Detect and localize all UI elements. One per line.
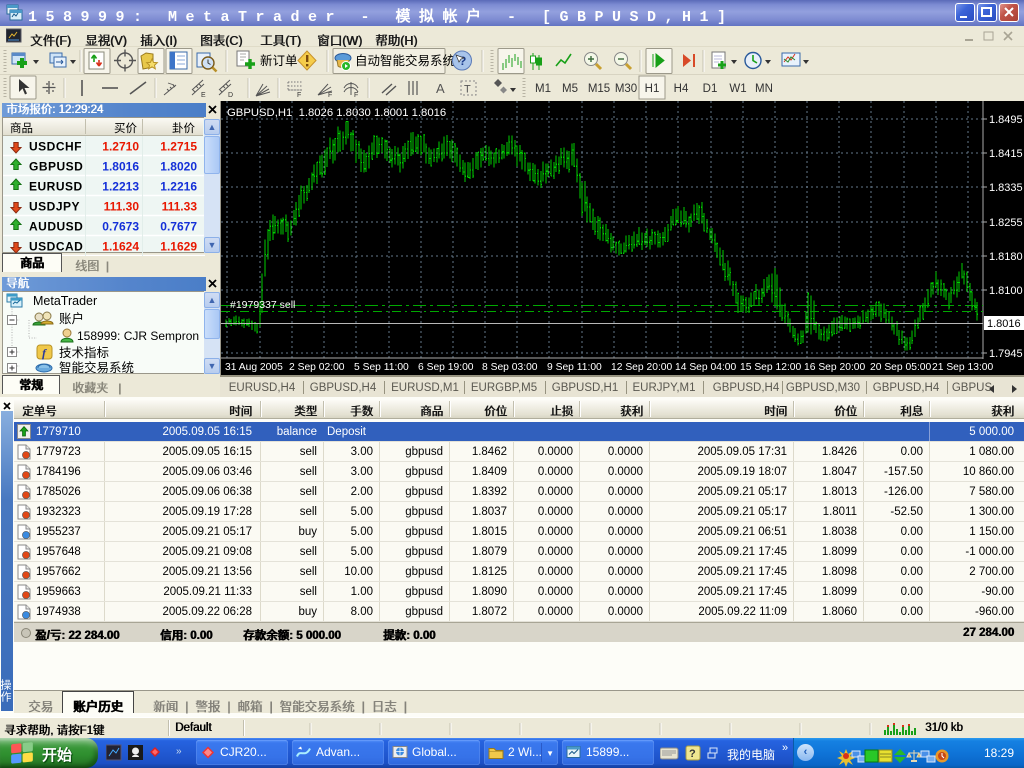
svg-text:AUDUSD: AUDUSD [29, 220, 83, 234]
svg-text:GBPUSD,H1 1.8026 1.8030 1.800: GBPUSD,H1 1.8026 1.8030 1.8001 1.8016 [227, 107, 446, 119]
svg-text:1.8020: 1.8020 [160, 160, 197, 174]
svg-text:1.2213: 1.2213 [102, 180, 139, 194]
svg-text:111.30: 111.30 [104, 200, 140, 214]
svg-text:M15: M15 [588, 83, 610, 95]
svg-text:111.33: 111.33 [162, 200, 198, 214]
svg-text:1.8495: 1.8495 [989, 114, 1023, 126]
svg-text:USDCHF: USDCHF [29, 140, 82, 154]
svg-text:1.7945: 1.7945 [989, 348, 1023, 360]
svg-text:5 Sep 11:00: 5 Sep 11:00 [354, 362, 409, 373]
svg-text:USDCAD: USDCAD [29, 240, 83, 254]
svg-text:1.8100: 1.8100 [989, 285, 1023, 297]
svg-text:1.8016: 1.8016 [102, 160, 139, 174]
svg-text:#1979337 sell: #1979337 sell [230, 299, 295, 311]
svg-text:A: A [436, 81, 445, 96]
svg-text:1.8415: 1.8415 [989, 148, 1023, 160]
svg-text:技术指标: 技术指标 [59, 345, 109, 360]
svg-text:16 Sep 20:00: 16 Sep 20:00 [804, 362, 866, 373]
svg-text:智能交易系统: 智能交易系统 [59, 360, 134, 373]
svg-text:15 Sep 12:00: 15 Sep 12:00 [740, 362, 802, 373]
svg-text:MetaTrader: MetaTrader [33, 294, 97, 308]
svg-text:2 Sep 02:00: 2 Sep 02:00 [289, 362, 345, 373]
svg-text:1.1624: 1.1624 [102, 240, 139, 254]
svg-text:自动智能交易系统: 自动智能交易系统 [355, 53, 455, 68]
svg-text:14 Sep 04:00: 14 Sep 04:00 [675, 362, 737, 373]
svg-text:1.2715: 1.2715 [160, 140, 197, 154]
svg-text:21 Sep 13:00: 21 Sep 13:00 [932, 362, 994, 373]
svg-text:M1: M1 [535, 83, 551, 95]
svg-text:0.7673: 0.7673 [102, 220, 139, 234]
svg-text:USDJPY: USDJPY [29, 200, 80, 214]
svg-text:D: D [228, 92, 233, 99]
svg-text:1.8335: 1.8335 [989, 182, 1023, 194]
svg-text:12 Sep 20:00: 12 Sep 20:00 [611, 362, 673, 373]
svg-text:1.8180: 1.8180 [989, 251, 1023, 263]
svg-text:1.2710: 1.2710 [102, 140, 139, 154]
svg-text:账户: 账户 [59, 311, 84, 326]
svg-text:?: ? [459, 54, 466, 68]
svg-text:M30: M30 [615, 83, 637, 95]
svg-text:W1: W1 [729, 83, 746, 95]
svg-text:158999: CJR Sempron: 158999: CJR Sempron [77, 329, 199, 343]
svg-text:0.7677: 0.7677 [160, 220, 197, 234]
svg-text:20 Sep 05:00: 20 Sep 05:00 [870, 362, 932, 373]
svg-text:F: F [297, 92, 301, 99]
svg-text:D1: D1 [703, 83, 718, 95]
svg-text:1.8016: 1.8016 [987, 318, 1021, 330]
svg-text:1.1629: 1.1629 [160, 240, 197, 254]
svg-text:6 Sep 19:00: 6 Sep 19:00 [418, 362, 474, 373]
svg-text:F: F [328, 92, 332, 99]
svg-text:E: E [201, 92, 206, 99]
svg-text:MN: MN [755, 83, 773, 95]
svg-text:EURUSD: EURUSD [29, 180, 83, 194]
svg-text:8 Sep 03:00: 8 Sep 03:00 [482, 362, 538, 373]
svg-text:1.8255: 1.8255 [989, 217, 1023, 229]
svg-text:1.2216: 1.2216 [160, 180, 197, 194]
svg-text:H4: H4 [674, 83, 689, 95]
svg-text:新订单: 新订单 [260, 53, 298, 68]
svg-text:GBPUSD: GBPUSD [29, 160, 83, 174]
svg-text:M5: M5 [562, 83, 578, 95]
svg-text:9 Sep 11:00: 9 Sep 11:00 [547, 362, 602, 373]
svg-text:31 Aug 2005: 31 Aug 2005 [225, 362, 283, 373]
svg-text:F: F [354, 92, 358, 99]
svg-text:H1: H1 [645, 83, 660, 95]
svg-text:T: T [464, 84, 471, 96]
